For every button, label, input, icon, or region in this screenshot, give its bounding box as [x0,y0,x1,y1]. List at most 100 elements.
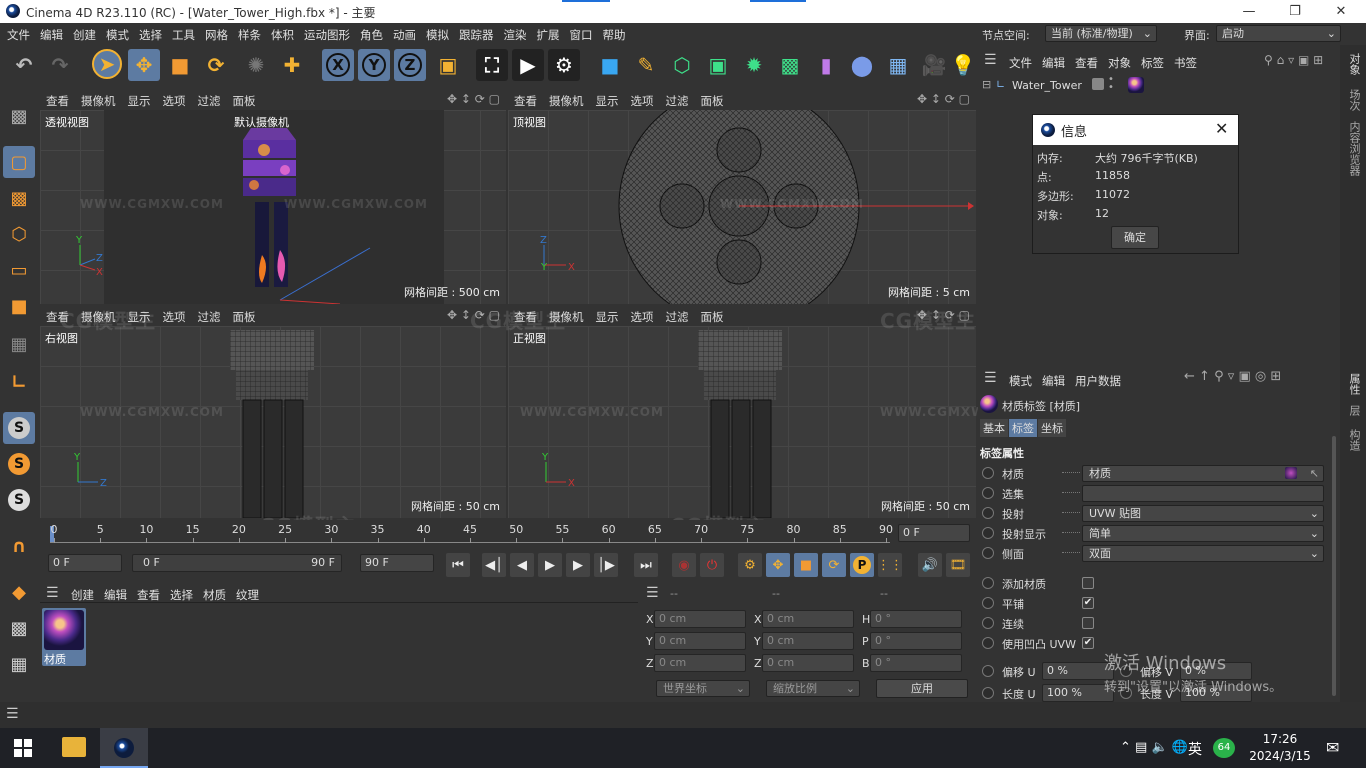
file-explorer-icon[interactable] [62,737,86,757]
transform-tool-icon[interactable]: ✚ [276,49,308,81]
viewport-menu-item[interactable]: 面板 [227,306,262,325]
max-frame-field[interactable]: 90 F [360,554,434,572]
animate-radio[interactable] [982,597,994,609]
coord-value-field[interactable]: 0 cm [654,632,746,650]
key-pla-icon[interactable]: ⋮⋮ [877,553,903,577]
menu-item[interactable]: 运动图形 [299,25,355,43]
minimize-button[interactable]: — [1226,0,1272,23]
new-window-icon[interactable]: ⊞ [1313,53,1323,67]
security-badge[interactable]: 64 [1213,738,1235,758]
current-frame-field[interactable]: 0 F [48,554,122,572]
ime-indicator[interactable]: 英 [1188,739,1202,759]
y-axis-button[interactable]: Y [358,49,390,81]
viewport-menu-item[interactable]: 过滤 [192,90,227,109]
deformer-icon[interactable]: ▮ [810,49,842,81]
pick-arrow-icon[interactable]: ↖ [1310,466,1319,481]
animate-radio[interactable] [982,467,994,479]
layer-checkbox[interactable] [1092,78,1104,90]
object-menu-item[interactable]: 查看 [1070,53,1103,71]
object-menu-item[interactable]: 书签 [1169,53,1202,71]
viewport-menu-item[interactable]: 过滤 [660,90,695,109]
menu-item[interactable]: 模式 [101,25,134,43]
menu-item[interactable]: 窗口 [565,25,598,43]
object-menu-item[interactable]: 标签 [1136,53,1169,71]
tray-expand-icon[interactable]: ⌃ [1120,740,1131,755]
tab-attributes[interactable]: 属性 [1346,373,1362,395]
menu-item[interactable]: 模拟 [421,25,454,43]
pan-icon[interactable]: ✥ [917,92,927,106]
animate-radio[interactable] [982,577,994,589]
world-coordinates-select[interactable]: 世界坐标 ⌄ [656,680,750,697]
render-settings-icon[interactable]: ⚙ [548,49,580,81]
animate-radio[interactable] [982,527,994,539]
orbit-icon[interactable]: ⟳ [945,92,955,106]
render-view-icon[interactable]: ⛶ [476,49,508,81]
cube-object-icon[interactable]: ■ [594,49,626,81]
menu-item[interactable]: 角色 [355,25,388,43]
floor-environment-icon[interactable]: ▦ [882,49,914,81]
camera-icon[interactable]: 🎥 [918,49,950,81]
animate-radio[interactable] [982,665,994,677]
viewport-menu-item[interactable]: 过滤 [192,306,227,325]
key-parameter-icon[interactable]: P [850,553,874,577]
volume-icon[interactable]: 🔈 [1151,740,1167,755]
rotate-tool-icon[interactable]: ⟳ [200,49,232,81]
locked-workplane-icon[interactable]: ▩ [3,612,35,644]
planar-workplane-icon[interactable]: ▦ [3,648,35,680]
maximize-view-icon[interactable]: ▢ [959,92,970,106]
scale-tool-icon[interactable]: ■ [164,49,196,81]
network-icon[interactable]: ▤ [1135,740,1147,755]
edges-mode-icon[interactable]: ▭ [3,254,35,286]
lock-icon[interactable]: ▣ [1298,53,1309,67]
tab-layers[interactable]: 层 [1346,405,1362,416]
record-active-icon[interactable]: ◉ [672,553,696,577]
pan-icon[interactable]: ✥ [447,308,457,322]
menu-item[interactable]: 网格 [200,25,233,43]
lock-icon[interactable]: ▣ [1238,369,1250,384]
pan-icon[interactable]: ✥ [447,92,457,106]
menu-item[interactable]: 渲染 [499,25,532,43]
close-icon[interactable]: ✕ [1215,119,1228,138]
attribute-field[interactable]: UVW 贴图 ⌄ [1082,505,1324,522]
maximize-view-icon[interactable]: ▢ [489,92,500,106]
clock-date[interactable]: 2024/3/15 [1244,749,1316,763]
visibility-dots[interactable]: • • [1108,75,1114,93]
notifications-icon[interactable]: ✉ [1326,738,1339,757]
snap-enable-icon[interactable]: S [3,412,35,444]
key-scale-icon[interactable]: ■ [794,553,818,577]
field-icon[interactable]: ⬤ [846,49,878,81]
up-arrow-icon[interactable]: ↑ [1199,369,1210,384]
move-tool-icon[interactable]: ✥ [128,49,160,81]
material-menu-item[interactable]: 编辑 [99,585,132,603]
material-tag-icon[interactable] [1128,77,1144,93]
attribute-checkbox[interactable]: ✔ [1082,637,1094,649]
make-editable-icon[interactable]: ▩ [3,100,35,132]
menu-item[interactable]: 扩展 [532,25,565,43]
menu-item[interactable]: 选择 [134,25,167,43]
axis-mode-icon[interactable]: ∟ [3,366,35,398]
material-menu-item[interactable]: 查看 [132,585,165,603]
attribute-scrollbar[interactable] [1332,436,1336,696]
new-window-icon[interactable]: ⊞ [1270,369,1281,384]
menu-item[interactable]: 动画 [388,25,421,43]
back-arrow-icon[interactable]: ← [1184,369,1195,384]
autokey-icon[interactable]: ⏻ [700,553,724,577]
object-menu-item[interactable]: 文件 [1004,53,1037,71]
coord-value-field[interactable]: 0 cm [762,632,854,650]
hamburger-icon[interactable]: ☰ [984,370,997,386]
clock-time[interactable]: 17:26 [1250,732,1310,746]
material-menu-item[interactable]: 选择 [165,585,198,603]
viewport-menu-item[interactable]: 选项 [625,306,660,325]
ok-button[interactable]: 确定 [1111,226,1159,249]
timeline-ruler[interactable]: 0 5 10 15 20 25 30 35 40 45 50 55 60 65 70 75 80 85 90 0 F [40,520,976,550]
mograph-cubes-icon[interactable]: ▩ [774,49,806,81]
viewport-menu-item[interactable]: 面板 [695,90,730,109]
attribute-checkbox[interactable] [1082,577,1094,589]
attribute-menu-item[interactable]: 模式 [1004,371,1037,389]
workplane-snap-icon[interactable]: S [3,484,35,516]
pen-spline-icon[interactable]: ✎ [630,49,662,81]
material-menu-item[interactable]: 创建 [66,585,99,603]
coord-value-field[interactable]: 0 cm [654,610,746,628]
search-icon[interactable]: ⚲ [1214,369,1224,384]
menu-item[interactable]: 创建 [68,25,101,43]
